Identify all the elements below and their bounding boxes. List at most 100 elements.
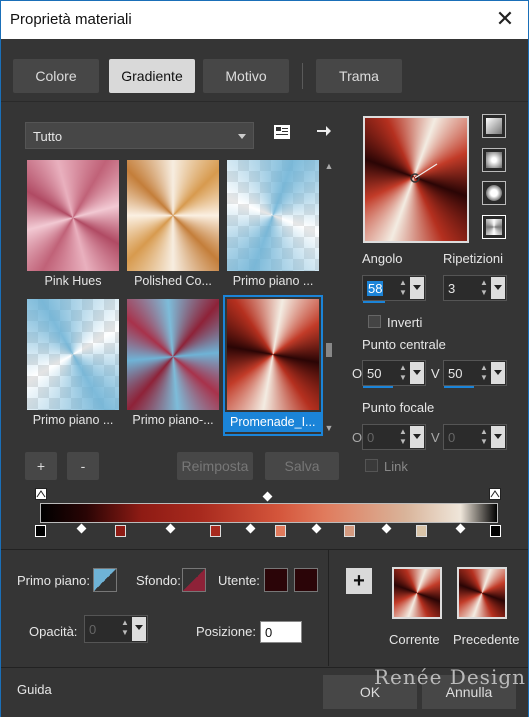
color-stop-marker[interactable] — [35, 525, 46, 537]
spinner-arrows-icon[interactable]: ▲ ▼ — [119, 618, 131, 638]
focal-h-spinner[interactable]: 0 ▲ ▼ — [362, 424, 426, 450]
save-button[interactable]: Salva — [265, 452, 339, 480]
spinner-arrows-icon[interactable]: ▲ ▼ — [397, 427, 409, 447]
tab-motivo[interactable]: Motivo — [203, 59, 289, 93]
opacity-stop-marker[interactable] — [489, 488, 501, 500]
focal-v-spinner[interactable]: 0 ▲ ▼ — [443, 424, 507, 450]
dropdown-arrow-icon[interactable] — [410, 426, 424, 448]
opacity-midpoint-marker[interactable] — [262, 491, 273, 502]
linear-style-icon[interactable] — [482, 114, 506, 138]
color-midpoint-marker[interactable] — [76, 523, 87, 534]
color-midpoint-marker[interactable] — [381, 523, 392, 534]
tab-trama[interactable]: Trama — [316, 59, 402, 93]
angle-level-bar — [363, 301, 385, 303]
invert-checkbox[interactable] — [368, 315, 381, 328]
tile-label: Pink Hues — [44, 274, 102, 288]
dropdown-arrow-icon[interactable] — [491, 362, 505, 384]
gradient-tile[interactable]: Primo piano ... — [25, 297, 121, 434]
dropdown-arrow-icon[interactable] — [491, 426, 505, 448]
gradient-tile[interactable]: Primo piano ... — [225, 158, 321, 295]
angle-handle-icon[interactable] — [365, 118, 467, 241]
angle-value[interactable]: 58 — [367, 281, 384, 296]
focal-v-value[interactable]: 0 — [448, 430, 455, 445]
color-stop-marker[interactable] — [275, 525, 286, 537]
background-swatch[interactable] — [182, 568, 206, 592]
center-v-value[interactable]: 50 — [448, 366, 462, 381]
focal-h-prefix: O — [352, 430, 363, 445]
add-to-swatches-button[interactable]: + — [346, 568, 372, 594]
repeat-label: Ripetizioni — [443, 251, 503, 266]
gradient-swatch — [227, 160, 319, 271]
scroll-thumb[interactable] — [326, 343, 332, 357]
remove-gradient-button[interactable]: - — [67, 452, 99, 480]
foreground-swatch[interactable] — [93, 568, 117, 592]
color-stop-marker[interactable] — [416, 525, 427, 537]
angle-spinner[interactable]: 58 ▲ ▼ — [362, 275, 426, 303]
spinner-arrows-icon[interactable]: ▲ ▼ — [478, 363, 490, 383]
user-swatch[interactable] — [264, 568, 288, 592]
gradient-tile[interactable]: Primo piano-... — [125, 297, 221, 434]
rectangular-style-icon[interactable] — [482, 148, 506, 172]
scroll-up-icon[interactable]: ▲ — [324, 161, 334, 171]
arrow-right-icon[interactable] — [312, 123, 334, 145]
gradient-preview[interactable] — [363, 116, 469, 243]
sunburst-style-icon[interactable] — [482, 215, 506, 239]
dropdown-arrow-icon[interactable] — [410, 277, 424, 299]
gradient-tile[interactable]: Polished Co... — [125, 158, 221, 295]
focal-point-label: Punto focale — [362, 400, 435, 415]
center-v-spinner[interactable]: 50 ▲ ▼ — [443, 360, 507, 388]
link-label: Link — [384, 459, 408, 474]
gradient-tile-selected[interactable]: Promenade_I... — [223, 295, 323, 436]
color-stop-marker[interactable] — [115, 525, 126, 537]
spinner-arrows-icon[interactable]: ▲ ▼ — [478, 427, 490, 447]
current-preview[interactable] — [392, 567, 442, 619]
tab-colore[interactable]: Colore — [13, 59, 99, 93]
position-input[interactable]: 0 — [260, 621, 302, 643]
dropdown-arrow-icon[interactable] — [491, 277, 505, 299]
window-title: Proprietà materiali — [10, 11, 132, 28]
center-h-value[interactable]: 50 — [367, 366, 381, 381]
color-midpoint-marker[interactable] — [165, 523, 176, 534]
color-midpoint-marker[interactable] — [311, 523, 322, 534]
focal-h-value[interactable]: 0 — [367, 430, 374, 445]
library-scrollbar[interactable]: ▲ ▼ — [323, 161, 335, 435]
gradient-editor-bar[interactable] — [40, 503, 498, 523]
dropdown-arrow-icon[interactable] — [132, 617, 146, 641]
link-checkbox[interactable] — [365, 459, 378, 472]
close-icon[interactable]: ✕ — [492, 7, 518, 33]
gradient-swatch — [127, 299, 219, 410]
color-stop-marker[interactable] — [490, 525, 501, 537]
user-swatch-secondary[interactable] — [294, 568, 318, 592]
color-stop-marker[interactable] — [210, 525, 221, 537]
spinner-arrows-icon[interactable]: ▲ ▼ — [397, 363, 409, 383]
library-filter-select[interactable]: Tutto — [25, 122, 254, 149]
library-filter-value: Tutto — [33, 129, 63, 144]
gradient-tile[interactable]: Pink Hues — [25, 158, 121, 295]
add-gradient-button[interactable]: + — [25, 452, 57, 480]
center-h-prefix: O — [352, 366, 363, 381]
center-point-label: Punto centrale — [362, 337, 446, 352]
previous-preview[interactable] — [457, 567, 507, 619]
repeat-spinner[interactable]: 3 ▲ ▼ — [443, 275, 507, 301]
spinner-arrows-icon[interactable]: ▲ ▼ — [478, 278, 490, 298]
position-value[interactable]: 0 — [265, 625, 272, 640]
spinner-arrows-icon[interactable]: ▲ ▼ — [397, 278, 409, 298]
divider — [1, 101, 528, 102]
scroll-down-icon[interactable]: ▼ — [324, 423, 334, 433]
resource-manager-icon[interactable] — [271, 124, 293, 146]
dropdown-arrow-icon[interactable] — [410, 362, 424, 384]
color-stop-marker[interactable] — [344, 525, 355, 537]
repeat-value[interactable]: 3 — [448, 281, 455, 296]
center-h-spinner[interactable]: 50 ▲ ▼ — [362, 360, 426, 388]
opacity-value[interactable]: 0 — [89, 622, 96, 637]
radial-style-icon[interactable] — [482, 181, 506, 205]
opacity-stop-marker[interactable] — [35, 488, 47, 500]
reset-button[interactable]: Reimposta — [177, 452, 253, 480]
tab-gradiente[interactable]: Gradiente — [109, 59, 195, 93]
color-midpoint-marker[interactable] — [455, 523, 466, 534]
help-link[interactable]: Guida — [17, 682, 52, 697]
center-v-prefix: V — [431, 366, 440, 381]
gradient-swatch — [127, 160, 219, 271]
opacity-spinner[interactable]: 0 ▲ ▼ — [84, 615, 148, 643]
color-midpoint-marker[interactable] — [245, 523, 256, 534]
